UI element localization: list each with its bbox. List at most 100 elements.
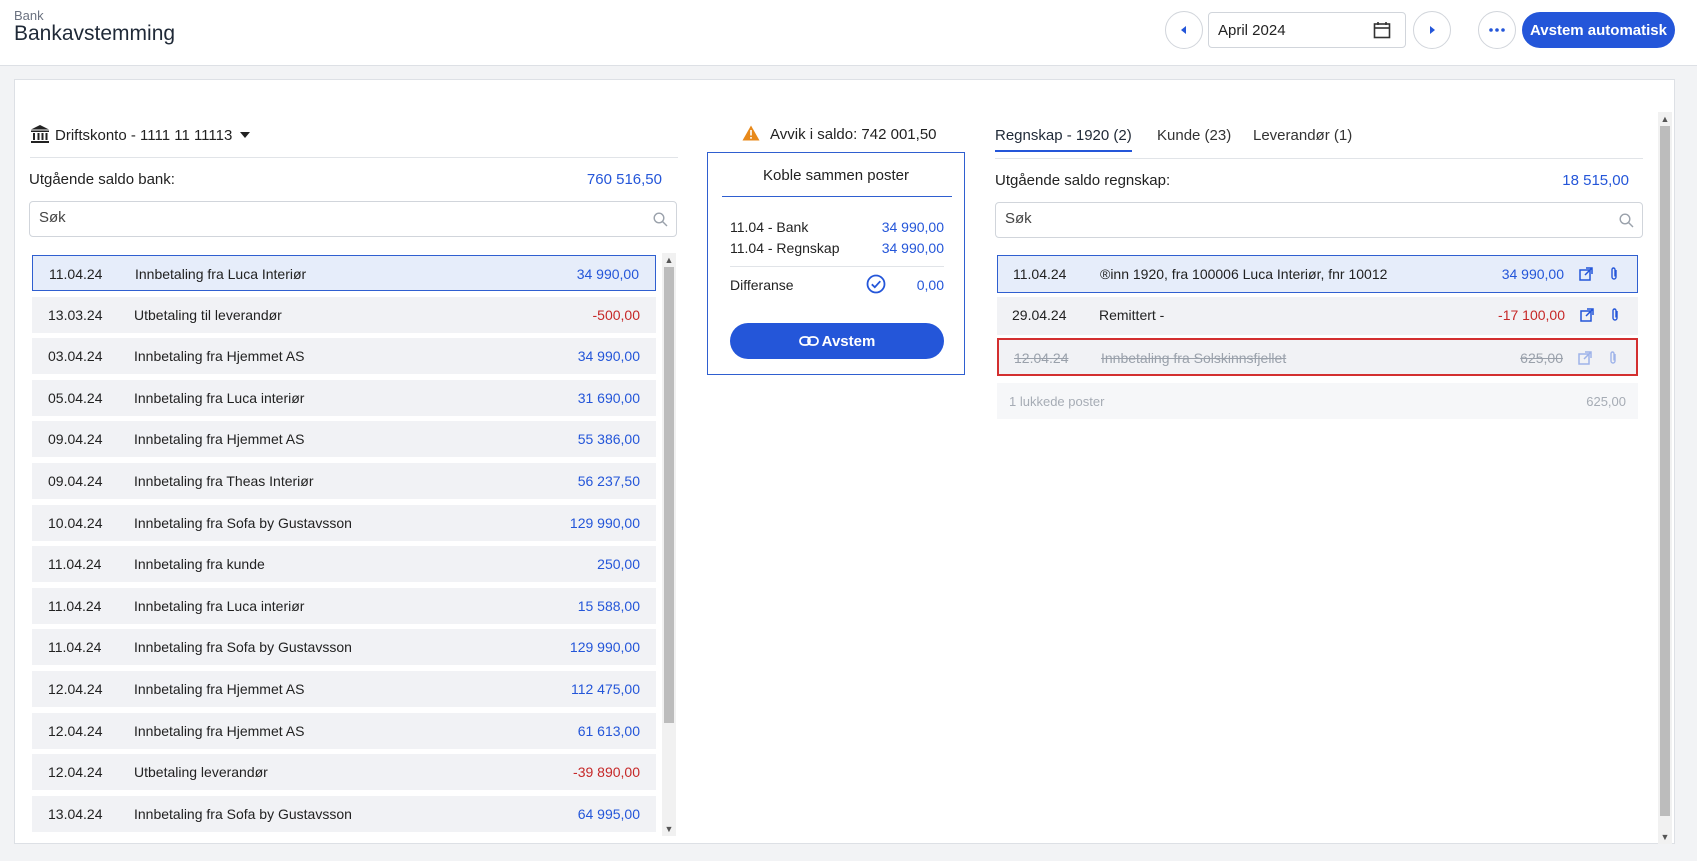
previous-period-button[interactable] <box>1165 11 1203 49</box>
bank-list-scroll-thumb[interactable] <box>664 267 674 723</box>
bank-balance-value: 760 516,50 <box>586 171 662 188</box>
attachment-icon[interactable] <box>1608 266 1620 282</box>
difference-label: Differanse <box>730 277 794 293</box>
transaction-amount: 34 990,00 <box>576 266 639 282</box>
transaction-amount: -39 890,00 <box>573 764 640 781</box>
transaction-amount: 64 995,00 <box>577 805 640 822</box>
open-external-icon[interactable] <box>1578 351 1592 365</box>
bank-account-name: Driftskonto - 1111 11 11113 <box>55 127 233 144</box>
bank-transaction-row[interactable]: 13.04.24 Innbetaling fra Sofa by Gustavss… <box>32 795 656 832</box>
transaction-amount: -500,00 <box>592 306 640 323</box>
transaction-text: Innbetaling fra Hjemmet AS <box>134 348 305 365</box>
divider <box>722 196 952 197</box>
match-panel: Koble sammen poster 11.04 - Bank 34 990,… <box>707 152 965 375</box>
ledger-search[interactable] <box>995 202 1643 238</box>
bank-search[interactable] <box>29 201 677 237</box>
transaction-amount: 129 990,00 <box>569 639 640 656</box>
bank-account-selector[interactable]: Driftskonto - 1111 11 11113 <box>30 124 678 158</box>
bank-transaction-row[interactable]: 09.04.24 Innbetaling fra Theas Interiør 56… <box>32 463 656 499</box>
transaction-amount: 61 613,00 <box>577 722 640 739</box>
bank-transaction-row[interactable]: 05.04.24 Innbetaling fra Luca interiør 31 … <box>32 379 656 416</box>
search-icon <box>653 212 668 227</box>
bank-transaction-row[interactable]: 12.04.24 Utbetaling leverandør -39 890,00 <box>32 754 656 791</box>
transaction-text: Innbetaling fra Sofa by Gustavsson <box>134 514 352 531</box>
reconcile-button[interactable]: Avstem <box>730 323 944 359</box>
ledger-search-input[interactable] <box>1005 210 1522 227</box>
bank-transaction-row[interactable]: 11.04.24 Innbetaling fra Luca interiør 15 … <box>32 587 656 624</box>
transaction-text: Innbetaling fra Sofa by Gustavsson <box>134 639 352 656</box>
more-options-button[interactable] <box>1478 11 1516 49</box>
transaction-text: Innbetaling fra Hjemmet AS <box>134 431 305 448</box>
warning-icon <box>742 125 760 141</box>
transaction-text: Utbetaling leverandør <box>134 764 268 781</box>
bank-transaction-row[interactable]: 12.04.24 Innbetaling fra Hjemmet AS 61 613… <box>32 712 656 749</box>
transaction-amount: 129 990,00 <box>569 514 640 531</box>
period-picker[interactable]: April 2024 <box>1208 12 1406 48</box>
scroll-up-arrow[interactable]: ▲ <box>1659 114 1671 124</box>
auto-reconcile-button[interactable]: Avstem automatisk <box>1522 12 1675 48</box>
ledger-scroll-thumb[interactable] <box>1660 126 1670 816</box>
bank-transaction-row[interactable]: 11.04.24 Innbetaling fra Sofa by Gustavss… <box>32 629 656 666</box>
transaction-date: 13.04.24 <box>48 805 103 822</box>
entry-text: ®inn 1920, fra 100006 Luca Interiør, fnr… <box>1100 266 1388 282</box>
transaction-amount: 15 588,00 <box>577 597 640 614</box>
bank-transaction-row[interactable]: 11.04.24 Innbetaling fra Luca Interiør 34 … <box>32 255 656 291</box>
transaction-date: 13.03.24 <box>48 306 103 323</box>
tab-leverandor[interactable]: Leverandør (1) <box>1253 127 1352 150</box>
caret-down-icon[interactable] <box>240 132 250 138</box>
match-line-value: 34 990,00 <box>881 219 944 235</box>
transaction-date: 03.04.24 <box>48 348 103 365</box>
breadcrumb[interactable]: Bank <box>14 8 44 23</box>
tab-kunde[interactable]: Kunde (23) <box>1157 127 1231 150</box>
calendar-icon[interactable] <box>1373 21 1391 39</box>
bank-transaction-row[interactable]: 09.04.24 Innbetaling fra Hjemmet AS 55 386… <box>32 421 656 458</box>
transaction-text: Innbetaling fra Luca Interiør <box>135 266 307 282</box>
entry-text: Innbetaling fra Solskinnsfjellet <box>1101 350 1287 366</box>
bank-transaction-row[interactable]: 03.04.24 Innbetaling fra Hjemmet AS 34 990… <box>32 338 656 375</box>
match-line-bank: 11.04 - Bank 34 990,00 <box>730 219 944 237</box>
open-external-icon[interactable] <box>1579 267 1593 281</box>
bank-transaction-row[interactable]: 13.03.24 Utbetaling til leverandør -500,00 <box>32 296 656 333</box>
entry-amount: 34 990,00 <box>1501 266 1564 282</box>
ledger-entry-row[interactable]: 12.04.24 Innbetaling fra Solskinnsfjellet… <box>997 338 1638 376</box>
bank-transaction-row[interactable]: 10.04.24 Innbetaling fra Sofa by Gustavss… <box>32 504 656 541</box>
search-icon <box>1619 213 1634 228</box>
transaction-date: 10.04.24 <box>48 514 103 531</box>
bank-balance-row: Utgående saldo bank: 760 516,50 <box>29 171 662 191</box>
ledger-tabs: Regnskap - 1920 (2) Kunde (23) Leverandø… <box>995 127 1643 159</box>
open-external-icon[interactable] <box>1580 308 1594 322</box>
transaction-date: 12.04.24 <box>48 764 103 781</box>
top-bar: Bank Bankavstemming April 2024 Avstem au… <box>0 0 1697 66</box>
divider <box>730 266 944 267</box>
check-circle-icon <box>866 274 886 294</box>
more-icon <box>1489 28 1505 32</box>
match-panel-title: Koble sammen poster <box>763 167 909 184</box>
transaction-text: Innbetaling fra Hjemmet AS <box>134 722 305 739</box>
bank-transaction-row[interactable]: 11.04.24 Innbetaling fra kunde 250,00 <box>32 546 656 583</box>
match-line-label: 11.04 - Bank <box>730 219 809 235</box>
bank-list-scrollbar[interactable]: ▲ ▼ <box>662 253 676 836</box>
ledger-balance-row: Utgående saldo regnskap: 18 515,00 <box>995 172 1629 192</box>
ledger-scrollbar[interactable]: ▲ ▼ <box>1658 112 1672 844</box>
transaction-date: 11.04.24 <box>48 556 102 573</box>
scroll-down-arrow[interactable]: ▼ <box>663 824 675 834</box>
scroll-down-arrow[interactable]: ▼ <box>1659 832 1671 842</box>
next-period-button[interactable] <box>1413 11 1451 49</box>
tab-regnskap[interactable]: Regnskap - 1920 (2) <box>995 127 1132 152</box>
entry-date: 29.04.24 <box>1012 307 1067 323</box>
attachment-icon[interactable] <box>1609 307 1621 323</box>
closed-entries-summary[interactable]: 1 lukkede poster 625,00 <box>997 383 1638 419</box>
link-icon <box>798 336 819 346</box>
scroll-up-arrow[interactable]: ▲ <box>663 255 675 265</box>
closed-entries-label: 1 lukkede poster <box>1009 394 1105 409</box>
attachment-icon[interactable] <box>1607 350 1619 366</box>
ledger-entry-row[interactable]: 29.04.24 Remittert - -17 100,00 <box>997 297 1638 335</box>
ledger-balance-value: 18 515,00 <box>1562 172 1629 189</box>
chevron-left-icon <box>1181 26 1186 34</box>
match-line-label: 11.04 - Regnskap <box>730 240 840 256</box>
bank-search-input[interactable] <box>39 209 556 226</box>
transaction-amount: 250,00 <box>597 556 640 573</box>
bank-transaction-row[interactable]: 12.04.24 Innbetaling fra Hjemmet AS 112 47… <box>32 671 656 707</box>
bank-icon <box>31 125 49 143</box>
ledger-entry-row[interactable]: 11.04.24 ®inn 1920, fra 100006 Luca Inter… <box>997 255 1638 293</box>
